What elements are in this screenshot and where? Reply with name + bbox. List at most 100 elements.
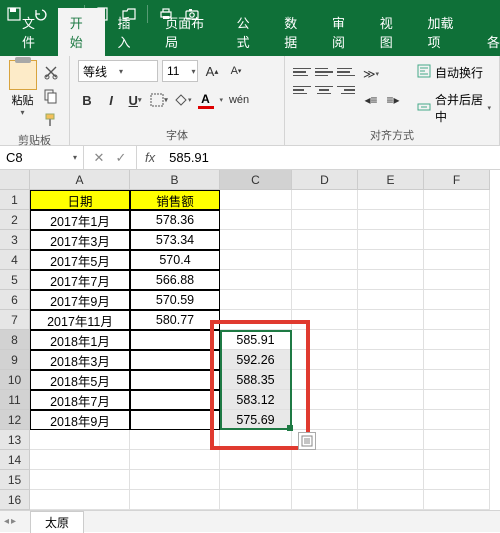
underline-button[interactable]: U▾ — [126, 91, 144, 109]
row-header[interactable]: 5 — [0, 270, 30, 290]
cell[interactable]: 575.69 — [220, 410, 292, 430]
row-header[interactable]: 14 — [0, 450, 30, 470]
select-all-corner[interactable] — [0, 170, 30, 190]
cell[interactable] — [130, 370, 220, 390]
formula-input[interactable]: 585.91 — [163, 150, 500, 165]
row-header[interactable]: 9 — [0, 350, 30, 370]
row-header[interactable]: 4 — [0, 250, 30, 270]
tab-insert[interactable]: 插入 — [105, 8, 153, 56]
cell[interactable]: 2017年7月 — [30, 270, 130, 290]
cell[interactable]: 592.26 — [220, 350, 292, 370]
enter-icon[interactable]: ✓ — [114, 150, 128, 166]
align-bottom-icon[interactable] — [337, 64, 355, 80]
row-header[interactable]: 13 — [0, 430, 30, 450]
row-header[interactable]: 15 — [0, 470, 30, 490]
cell[interactable]: 2018年9月 — [30, 410, 130, 430]
cell[interactable]: 578.36 — [130, 210, 220, 230]
tab-home[interactable]: 开始 — [58, 8, 106, 56]
tab-review[interactable]: 审阅 — [320, 8, 368, 56]
row-header[interactable]: 10 — [0, 370, 30, 390]
cell[interactable]: 2018年3月 — [30, 350, 130, 370]
decrease-indent-icon[interactable]: ◂≡ — [361, 90, 381, 110]
font-name-select[interactable]: 等线▾ — [78, 60, 158, 82]
orientation-icon[interactable]: ≫▾ — [361, 64, 381, 84]
border-button[interactable]: ▾ — [150, 91, 168, 109]
row-header[interactable]: 7 — [0, 310, 30, 330]
row-header[interactable]: 12 — [0, 410, 30, 430]
cell[interactable]: 日期 — [30, 190, 130, 210]
col-header-a[interactable]: A — [30, 170, 130, 190]
cell[interactable]: 573.34 — [130, 230, 220, 250]
cell[interactable]: 2017年3月 — [30, 230, 130, 250]
row-header[interactable]: 2 — [0, 210, 30, 230]
row-header[interactable]: 11 — [0, 390, 30, 410]
merge-center-button[interactable]: 合并后居中 ▾ — [417, 91, 491, 125]
cell[interactable]: 销售额 — [130, 190, 220, 210]
row-header[interactable]: 3 — [0, 230, 30, 250]
tab-data[interactable]: 数据 — [272, 8, 320, 56]
format-painter-icon[interactable] — [43, 112, 61, 130]
increase-indent-icon[interactable]: ≡▸ — [383, 90, 403, 110]
cancel-icon[interactable]: ✕ — [92, 150, 106, 166]
tab-view[interactable]: 视图 — [368, 8, 416, 56]
cell[interactable]: 580.77 — [130, 310, 220, 330]
sheet-tab[interactable]: 太原 — [30, 511, 84, 533]
cell[interactable] — [130, 330, 220, 350]
cell-grid[interactable]: 日期 销售额 2017年1月578.36 2017年3月573.34 2017年… — [30, 190, 490, 510]
phonetic-icon[interactable]: wén — [229, 90, 249, 110]
cell[interactable]: 583.12 — [220, 390, 292, 410]
col-header-d[interactable]: D — [292, 170, 358, 190]
cell[interactable] — [130, 390, 220, 410]
cell[interactable] — [292, 190, 358, 210]
fill-color-button[interactable]: ▾ — [174, 93, 192, 107]
wrap-text-button[interactable]: 自动换行 — [417, 64, 491, 81]
font-color-button[interactable]: A — [198, 92, 214, 109]
fx-icon[interactable]: fx — [137, 150, 163, 165]
cell[interactable] — [130, 350, 220, 370]
tab-formula[interactable]: 公式 — [225, 8, 273, 56]
increase-font-icon[interactable]: A▴ — [202, 61, 222, 81]
tab-layout[interactable]: 页面布局 — [153, 8, 224, 56]
cell[interactable]: 2017年5月 — [30, 250, 130, 270]
cell[interactable]: 2018年7月 — [30, 390, 130, 410]
cell[interactable]: 570.59 — [130, 290, 220, 310]
cell[interactable]: 2017年11月 — [30, 310, 130, 330]
cell[interactable] — [130, 410, 220, 430]
paste-button[interactable]: 粘贴 ▾ — [8, 60, 37, 117]
align-top-icon[interactable] — [293, 64, 311, 80]
col-header-e[interactable]: E — [358, 170, 424, 190]
cut-icon[interactable] — [43, 64, 61, 82]
cell[interactable]: 2018年1月 — [30, 330, 130, 350]
autofill-options-icon[interactable] — [298, 432, 316, 450]
cell[interactable]: 566.88 — [130, 270, 220, 290]
row-header[interactable]: 16 — [0, 490, 30, 510]
align-middle-icon[interactable] — [315, 64, 333, 80]
align-right-icon[interactable] — [337, 82, 355, 98]
copy-icon[interactable] — [43, 88, 61, 106]
align-left-icon[interactable] — [293, 82, 311, 98]
cell[interactable]: 588.35 — [220, 370, 292, 390]
bold-button[interactable]: B — [78, 91, 96, 109]
cell[interactable] — [358, 190, 424, 210]
font-size-select[interactable]: 11▾ — [162, 60, 198, 82]
row-header[interactable]: 1 — [0, 190, 30, 210]
col-header-b[interactable]: B — [130, 170, 220, 190]
sheet-nav-next-icon[interactable]: ▸ — [11, 516, 16, 527]
tab-file[interactable]: 文件 — [10, 8, 58, 56]
name-box[interactable]: C8▾ — [0, 146, 84, 169]
col-header-f[interactable]: F — [424, 170, 490, 190]
sheet-nav-prev-icon[interactable]: ◂ — [4, 516, 9, 527]
cell[interactable] — [220, 190, 292, 210]
cell[interactable]: 2017年1月 — [30, 210, 130, 230]
align-center-icon[interactable] — [315, 82, 333, 98]
cell[interactable]: 570.4 — [130, 250, 220, 270]
cell[interactable] — [424, 190, 490, 210]
row-header[interactable]: 6 — [0, 290, 30, 310]
cell[interactable]: 585.91 — [220, 330, 292, 350]
tab-addins[interactable]: 加载项 — [415, 8, 475, 56]
row-header[interactable]: 8 — [0, 330, 30, 350]
cell[interactable]: 2018年5月 — [30, 370, 130, 390]
italic-button[interactable]: I — [102, 91, 120, 109]
cell[interactable]: 2017年9月 — [30, 290, 130, 310]
decrease-font-icon[interactable]: A▾ — [226, 61, 246, 81]
